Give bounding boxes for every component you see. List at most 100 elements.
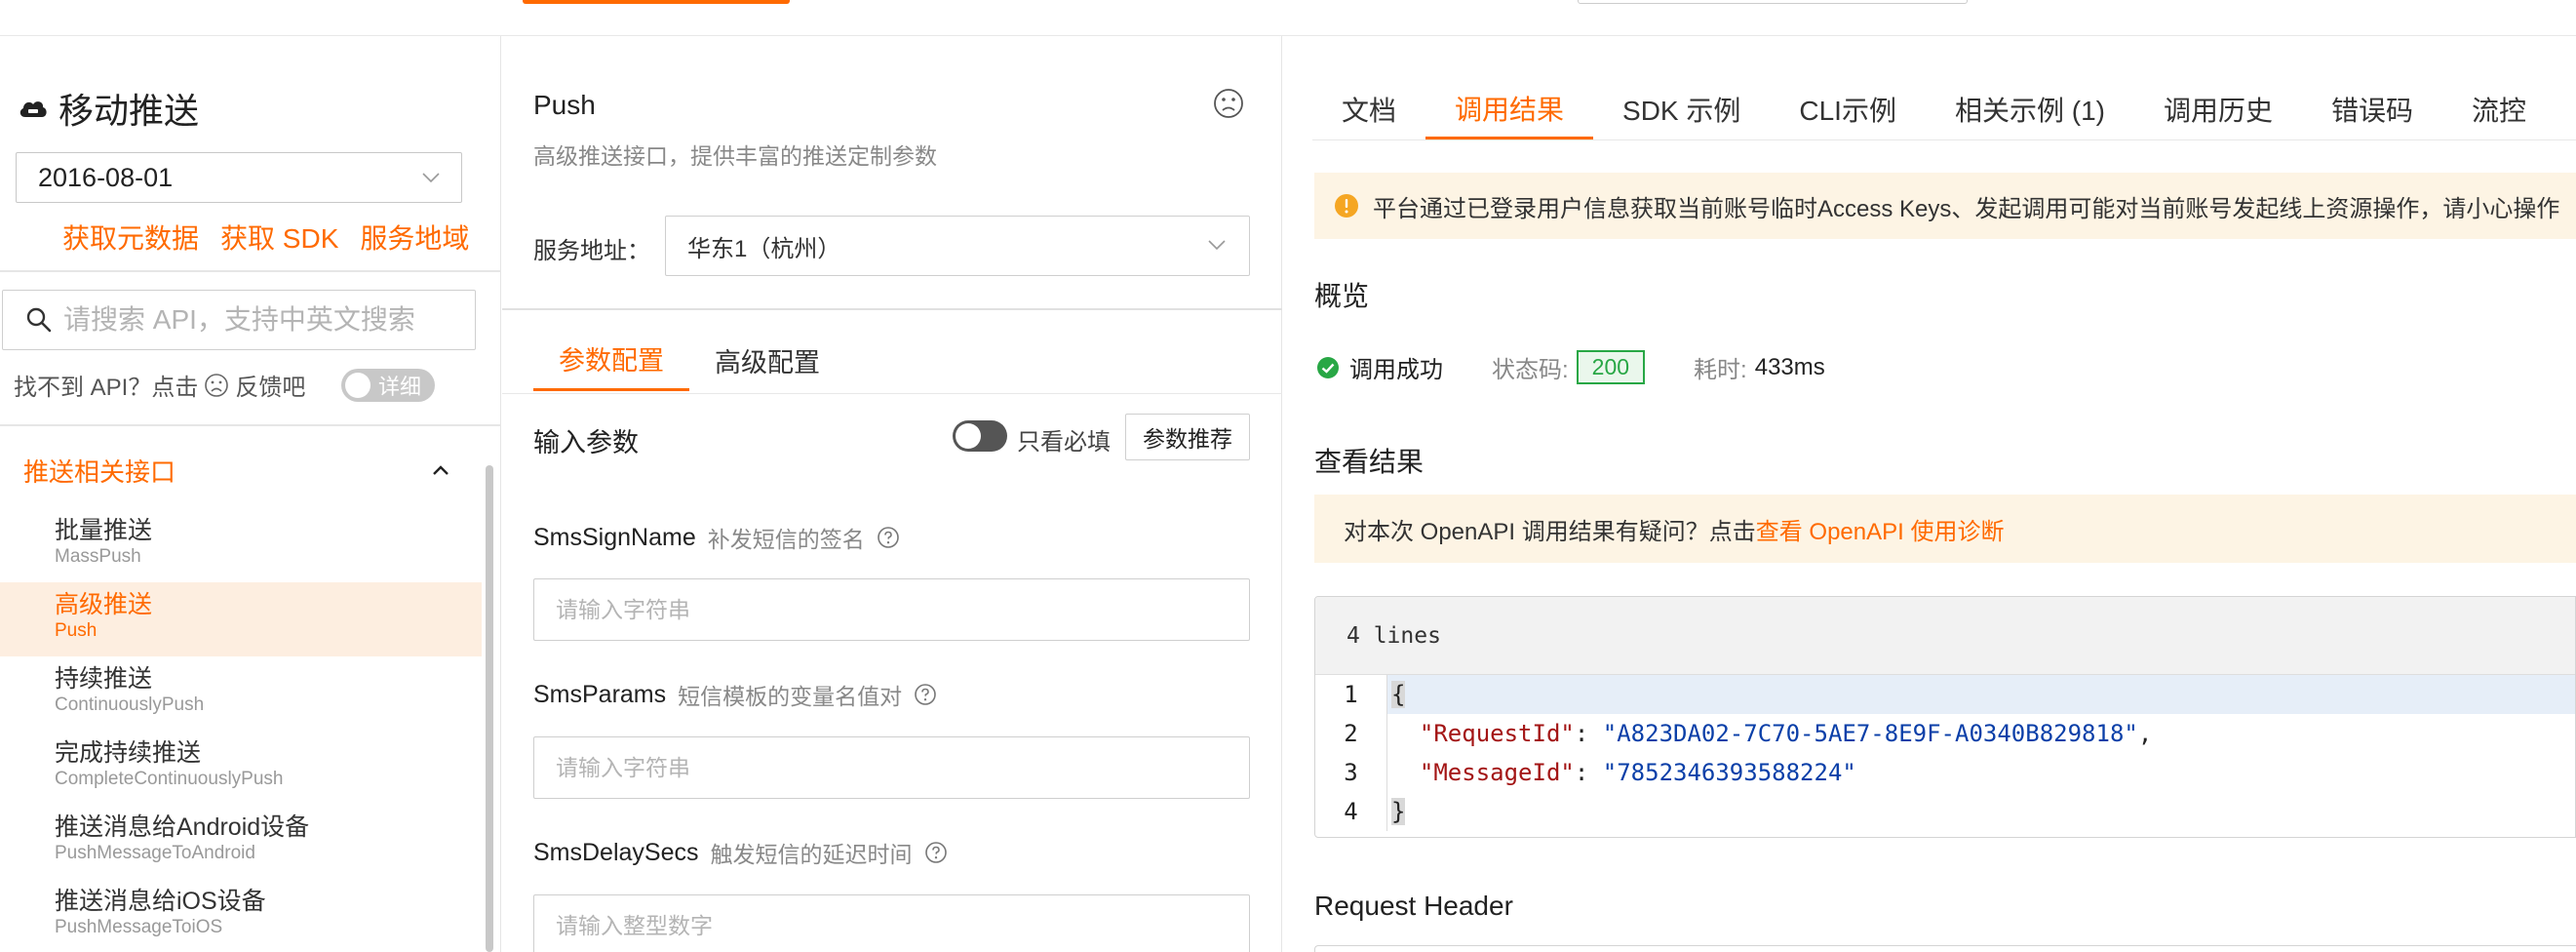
open-brace: { bbox=[1391, 681, 1406, 708]
detail-toggle-label: 详细 bbox=[378, 375, 422, 399]
param-name: SmsSignName bbox=[533, 523, 696, 551]
tab-flow-control[interactable]: 流控 bbox=[2442, 79, 2556, 139]
api-item-completecontinuouslypush[interactable]: 完成持续推送 CompleteContinuouslyPush bbox=[0, 731, 482, 805]
api-item-en: ContinuouslyPush bbox=[55, 694, 205, 715]
code-text: "RequestId": "A823DA02-7C70-5AE7-8E9F-A0… bbox=[1419, 720, 2153, 747]
duration-label: 耗时: bbox=[1694, 357, 1747, 383]
service-title-text: 移动推送 bbox=[59, 91, 200, 131]
top-accent-button[interactable] bbox=[523, 0, 790, 4]
top-select[interactable] bbox=[1578, 0, 1968, 4]
line-number: 2 bbox=[1315, 714, 1387, 753]
code-lines: 1 { 2 "RequestId": "A823DA02-7C70-5AE7-8… bbox=[1315, 675, 2575, 831]
code-line-count: 4 lines bbox=[1315, 597, 2575, 675]
endpoint-select[interactable]: 华东1（杭州） bbox=[665, 216, 1250, 276]
api-item-pushmessagetoandroid[interactable]: 推送消息给Android设备 PushMessageToAndroid bbox=[0, 805, 482, 879]
sad-face-icon[interactable] bbox=[204, 373, 229, 398]
chevron-up-icon[interactable] bbox=[429, 458, 452, 482]
cloud-icon bbox=[20, 101, 47, 117]
api-group-title: 推送相关接口 bbox=[23, 456, 176, 487]
chevron-down-icon bbox=[422, 173, 440, 183]
param-input-smsdelaysecs[interactable] bbox=[533, 894, 1250, 952]
result-panel: 文档 调用结果 SDK 示例 CLI示例 相关示例 (1) 调用历史 错误码 流… bbox=[1283, 36, 2576, 952]
recommend-params-button[interactable]: 参数推荐 bbox=[1125, 414, 1250, 460]
feedback-hint: 找不到 API？点击 反馈吧 bbox=[14, 368, 305, 402]
param-name: SmsParams bbox=[533, 680, 667, 708]
tab-call-result[interactable]: 调用结果 bbox=[1425, 79, 1594, 139]
line-number: 1 bbox=[1315, 675, 1387, 714]
tab-related-examples[interactable]: 相关示例 (1) bbox=[1926, 79, 2134, 139]
api-explorer: 移动推送 2016-08-01 获取元数据 获取 SDK 服务地域 找不到 AP… bbox=[0, 0, 2576, 952]
param-label-smssignname: SmsSignName 补发短信的签名 bbox=[533, 521, 900, 554]
input-params-title: 输入参数 bbox=[533, 428, 639, 457]
code-line: 1 { bbox=[1315, 675, 2575, 714]
response-code-viewer[interactable]: 4 lines 1 { 2 "RequestId": "A823DA02-7C7… bbox=[1314, 596, 2576, 838]
close-brace: } bbox=[1391, 798, 1406, 825]
code-text: } bbox=[1387, 798, 1406, 825]
feedback-face-icon[interactable] bbox=[1212, 87, 1245, 120]
line-number: 4 bbox=[1315, 792, 1387, 831]
divider bbox=[0, 270, 501, 272]
api-item-continuouslypush[interactable]: 持续推送 ContinuouslyPush bbox=[0, 656, 482, 731]
tab-call-history[interactable]: 调用历史 bbox=[2134, 79, 2302, 139]
sidebar-scrollbar[interactable] bbox=[486, 465, 493, 952]
endpoint-label: 服务地址： bbox=[533, 238, 650, 264]
api-item-en: CompleteContinuouslyPush bbox=[55, 769, 284, 789]
diagnosis-banner: 对本次 OpenAPI 调用结果有疑问？点击 查看 OpenAPI 使用诊断 bbox=[1314, 495, 2576, 563]
metadata-link[interactable]: 获取元数据 bbox=[62, 218, 199, 257]
help-icon[interactable] bbox=[877, 526, 900, 549]
version-select[interactable]: 2016-08-01 bbox=[16, 152, 462, 203]
endpoint-value: 华东1（杭州） bbox=[687, 235, 841, 262]
divider bbox=[502, 308, 1282, 310]
status-code-label: 状态码: bbox=[1492, 357, 1569, 383]
message-id-value: "7852346393588224" bbox=[1602, 759, 1856, 786]
divider bbox=[1312, 139, 2576, 140]
required-only-switch[interactable] bbox=[953, 420, 1007, 452]
tab-advanced[interactable]: 高级配置 bbox=[689, 329, 845, 391]
message-id-key: "MessageId" bbox=[1419, 759, 1575, 786]
api-item-push[interactable]: 高级推送 Push bbox=[0, 582, 482, 656]
search-input[interactable] bbox=[63, 304, 473, 336]
detail-toggle[interactable]: 详细 bbox=[341, 369, 435, 402]
overview-title: 概览 bbox=[1314, 281, 1370, 311]
tab-cli-example[interactable]: CLI示例 bbox=[1770, 79, 1926, 139]
request-id-value: "A823DA02-7C70-5AE7-8E9F-A0340B829818" bbox=[1602, 720, 2138, 747]
param-input-smssignname[interactable] bbox=[533, 578, 1250, 641]
request-header-box bbox=[1314, 945, 2576, 952]
param-hint: 补发短信的签名 bbox=[707, 527, 865, 552]
warning-icon bbox=[1335, 194, 1358, 218]
api-item-cn: 高级推送 bbox=[55, 591, 153, 618]
api-title: Push bbox=[533, 90, 596, 120]
sidebar-links: 获取元数据 获取 SDK 服务地域 bbox=[62, 218, 469, 257]
warning-banner: 平台通过已登录用户信息获取当前账号临时Access Keys、发起调用可能对当前… bbox=[1314, 173, 2576, 239]
line-number: 3 bbox=[1315, 753, 1387, 792]
diagnosis-link[interactable]: 查看 OpenAPI 使用诊断 bbox=[1756, 512, 2005, 546]
top-bar bbox=[0, 0, 2576, 36]
tab-params[interactable]: 参数配置 bbox=[533, 329, 689, 391]
api-item-masspush[interactable]: 批量推送 MassPush bbox=[0, 508, 482, 582]
status-code-badge: 200 bbox=[1576, 350, 1646, 384]
api-search[interactable] bbox=[2, 290, 476, 350]
region-link[interactable]: 服务地域 bbox=[360, 218, 469, 257]
sidebar: 移动推送 2016-08-01 获取元数据 获取 SDK 服务地域 找不到 AP… bbox=[0, 36, 501, 952]
tab-docs[interactable]: 文档 bbox=[1312, 79, 1425, 139]
api-group-header[interactable]: 推送相关接口 bbox=[23, 446, 452, 495]
code-line: 2 "RequestId": "A823DA02-7C70-5AE7-8E9F-… bbox=[1315, 714, 2575, 753]
param-label-smsdelaysecs: SmsDelaySecs 触发短信的延迟时间 bbox=[533, 836, 948, 869]
search-icon bbox=[26, 307, 52, 333]
code-line: 3 "MessageId": "7852346393588224" bbox=[1315, 753, 2575, 792]
tab-error-codes[interactable]: 错误码 bbox=[2302, 79, 2442, 139]
config-tabs: 参数配置 高级配置 bbox=[533, 329, 845, 393]
param-input-smsparams[interactable] bbox=[533, 736, 1250, 799]
help-icon[interactable] bbox=[924, 841, 948, 864]
sdk-link[interactable]: 获取 SDK bbox=[220, 218, 338, 257]
help-icon[interactable] bbox=[914, 683, 937, 706]
result-title: 查看结果 bbox=[1314, 447, 1425, 477]
tab-sdk-example[interactable]: SDK 示例 bbox=[1593, 79, 1770, 139]
api-item-cn: 推送消息给iOS设备 bbox=[55, 888, 266, 915]
api-item-pushmessagetoios[interactable]: 推送消息给iOS设备 PushMessageToiOS bbox=[0, 879, 482, 952]
warning-text: 平台通过已登录用户信息获取当前账号临时Access Keys、发起调用可能对当前… bbox=[1373, 195, 2560, 222]
check-circle-icon bbox=[1317, 356, 1339, 378]
code-line: 4 } bbox=[1315, 792, 2575, 831]
api-item-cn: 完成持续推送 bbox=[55, 739, 202, 767]
feedback-hint-suffix[interactable]: 反馈吧 bbox=[235, 368, 305, 402]
